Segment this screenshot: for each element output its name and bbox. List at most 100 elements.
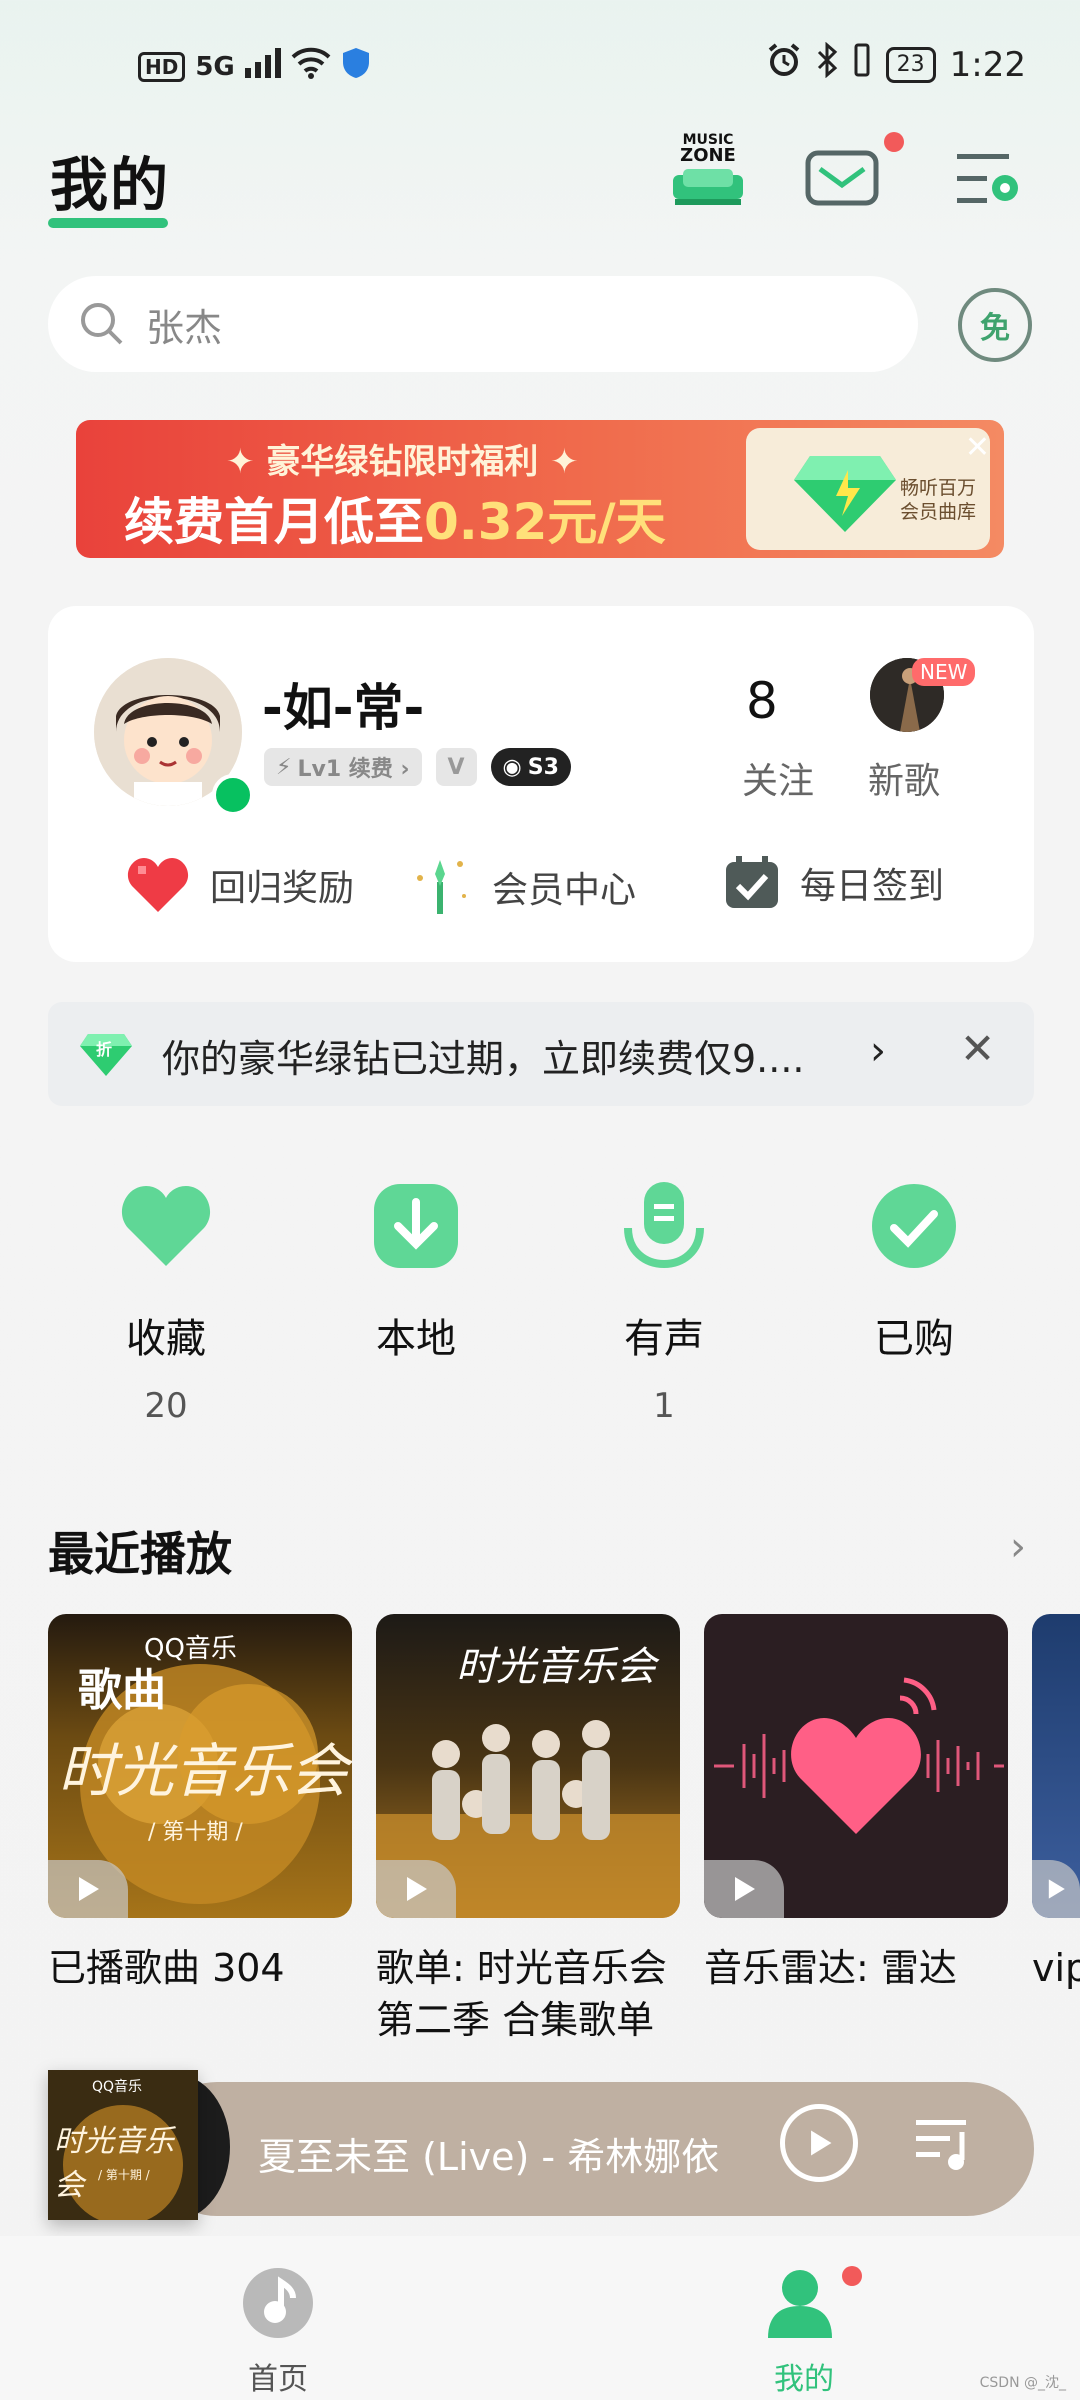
vip-expired-text: 你的豪华绿钻已过期，立即续费仅9.... bbox=[162, 1037, 805, 1081]
banner-line1: ✦ 豪华绿钻限时福利 ✦ bbox=[226, 442, 579, 482]
notification-dot bbox=[842, 2266, 862, 2286]
heart-icon bbox=[127, 858, 189, 912]
play-icon bbox=[1048, 1879, 1065, 1899]
recent-tile-vip[interactable] bbox=[1032, 1614, 1080, 1918]
play-icon bbox=[735, 1877, 755, 1901]
tile-caption: vip bbox=[1032, 1942, 1080, 1994]
bluetooth-icon bbox=[816, 41, 838, 87]
now-playing-title: 夏至未至 (Live) - 希林娜依高 bbox=[258, 2135, 718, 2179]
banner-side-panel: 畅听百万 会员曲库 bbox=[746, 428, 990, 550]
microphone-icon bbox=[624, 1182, 704, 1269]
s-level-badge[interactable]: ◉ S3 bbox=[490, 748, 571, 786]
play-pause-button[interactable] bbox=[780, 2104, 858, 2182]
cover-title: 时光音乐会 bbox=[54, 2124, 174, 2203]
status-bar: HD 5G 23 1:22 bbox=[0, 36, 1080, 96]
free-mode-button[interactable]: 免 bbox=[958, 288, 1032, 362]
music-note-icon bbox=[243, 2268, 313, 2338]
tile-caption-line2: 第二季 合集歌单 bbox=[376, 1998, 655, 2042]
vibrate-icon bbox=[852, 43, 872, 86]
notice-chevron-icon: › bbox=[870, 1028, 886, 1074]
nav-mine-label: 我的 bbox=[774, 2362, 834, 2397]
vip-center-label: 会员中心 bbox=[492, 870, 637, 911]
user-icon bbox=[768, 2270, 832, 2338]
recent-tile-played-songs[interactable]: QQ音乐 歌曲 时光音乐会 / 第十期 / bbox=[48, 1614, 352, 1918]
new-song-label[interactable]: 新歌 bbox=[868, 752, 940, 804]
daily-checkin-button[interactable]: 每日签到 bbox=[724, 856, 944, 910]
play-icon bbox=[407, 1877, 427, 1901]
messages-button[interactable] bbox=[802, 138, 882, 218]
battery-indicator: 23 bbox=[885, 46, 936, 83]
shield-icon bbox=[341, 46, 371, 87]
shortcut-label: 有声 bbox=[624, 1316, 704, 1362]
cover-brand: QQ音乐 bbox=[92, 2079, 143, 2095]
check-circle-icon bbox=[872, 1184, 956, 1268]
bolt-icon: ⚡ bbox=[276, 754, 292, 780]
vip-expired-notice[interactable]: 折 你的豪华绿钻已过期，立即续费仅9.... › ✕ bbox=[48, 1002, 1034, 1106]
tile-play-button[interactable] bbox=[48, 1860, 128, 1918]
network-label: 5G bbox=[195, 51, 235, 82]
shortcut-favorites[interactable]: 收藏 20 bbox=[76, 1178, 256, 1426]
tile-caption: 歌单: 时光音乐会 第二季 合集歌单 bbox=[376, 1942, 667, 2046]
tile-play-button[interactable] bbox=[704, 1860, 784, 1918]
return-reward-button[interactable]: 回归奖励 bbox=[126, 856, 354, 914]
nav-mine[interactable]: 我的 bbox=[724, 2266, 884, 2398]
tile-play-button[interactable] bbox=[1032, 1860, 1080, 1918]
heart-icon bbox=[121, 1186, 211, 1266]
tile-caption-line1: 歌单: 时光音乐会 bbox=[376, 1946, 667, 1990]
music-zone-button[interactable]: MUSIC ZONE bbox=[668, 130, 748, 210]
level-badge-label: Lv1 续费 › bbox=[297, 757, 410, 782]
badge-row: ⚡ Lv1 续费 › V ◉ S3 bbox=[264, 748, 571, 786]
playlist-icon bbox=[916, 2120, 966, 2170]
vip-wand-icon bbox=[417, 860, 466, 914]
shortcut-audiobooks[interactable]: 有声 1 bbox=[574, 1178, 754, 1426]
hd-indicator: HD bbox=[138, 51, 186, 82]
s-level-icon: ◉ bbox=[502, 754, 522, 780]
nav-home-label: 首页 bbox=[248, 2362, 308, 2397]
search-bar[interactable]: 张杰 bbox=[48, 276, 918, 372]
tile-art-title: 时光音乐会 bbox=[58, 1737, 349, 1805]
shortcut-purchased[interactable]: 已购 bbox=[824, 1178, 1004, 1386]
follow-count[interactable]: 8 bbox=[746, 672, 778, 730]
signal-icon bbox=[244, 48, 281, 85]
now-playing-cover[interactable]: QQ音乐 时光音乐会 / 第十期 / bbox=[48, 2070, 198, 2220]
level-badge[interactable]: ⚡ Lv1 续费 › bbox=[264, 748, 422, 786]
shortcut-local[interactable]: 本地 bbox=[326, 1178, 506, 1386]
tile-art-title: 时光音乐会 bbox=[456, 1644, 656, 1690]
promo-banner[interactable]: ✦ 豪华绿钻限时福利 ✦ 续费首月低至0.32元/天 畅听百万 会员曲库 ✕ bbox=[76, 420, 1004, 558]
banner-side-line1: 畅听百万 bbox=[899, 477, 976, 499]
play-icon bbox=[79, 1877, 99, 1901]
tile-caption: 已播歌曲 304 bbox=[48, 1942, 285, 1994]
banner-price: 0.32元/天 bbox=[424, 493, 666, 551]
tile-play-button[interactable] bbox=[376, 1860, 456, 1918]
search-icon bbox=[81, 303, 123, 345]
shortcut-count: 20 bbox=[144, 1386, 188, 1426]
nav-home[interactable]: 首页 bbox=[198, 2266, 358, 2398]
tile-caption-line1: vip bbox=[1032, 1946, 1080, 1990]
shortcut-label: 收藏 bbox=[126, 1316, 206, 1362]
notice-close-icon[interactable]: ✕ bbox=[960, 1024, 995, 1073]
return-reward-label: 回归奖励 bbox=[210, 868, 355, 909]
mini-player[interactable]: 夏至未至 (Live) - 希林娜依高 bbox=[150, 2082, 1034, 2216]
recent-tile-playlist[interactable]: 时光音乐会 bbox=[376, 1614, 680, 1918]
banner-close-icon[interactable]: ✕ bbox=[965, 430, 990, 465]
recent-tile-radar[interactable] bbox=[704, 1614, 1008, 1918]
tile-caption-line1: 音乐雷达: 雷达 bbox=[704, 1946, 957, 1990]
cover-sub: / 第十期 / bbox=[98, 2168, 150, 2182]
watermark: CSDN @_沈_ bbox=[979, 2375, 1066, 2391]
shortcut-count: 1 bbox=[653, 1386, 675, 1426]
banner-line2: 续费首月低至0.32元/天 bbox=[124, 482, 666, 554]
username[interactable]: -如-常- bbox=[262, 668, 424, 740]
v-badge[interactable]: V bbox=[435, 748, 477, 786]
settings-menu-button[interactable] bbox=[948, 138, 1028, 218]
vip-center-button[interactable]: 会员中心 bbox=[412, 856, 636, 918]
page-title: 我的 bbox=[50, 151, 171, 219]
alarm-icon bbox=[766, 42, 802, 87]
clock: 1:22 bbox=[949, 44, 1026, 85]
recent-more-chevron-icon[interactable]: › bbox=[1010, 1524, 1026, 1570]
calendar-check-icon bbox=[726, 856, 778, 908]
playlist-button[interactable] bbox=[914, 2112, 976, 2178]
follow-label[interactable]: 关注 bbox=[742, 752, 814, 804]
wifi-icon bbox=[291, 47, 331, 86]
sofa-icon bbox=[673, 169, 743, 205]
tile-caption-line1: 已播歌曲 304 bbox=[48, 1946, 285, 1990]
